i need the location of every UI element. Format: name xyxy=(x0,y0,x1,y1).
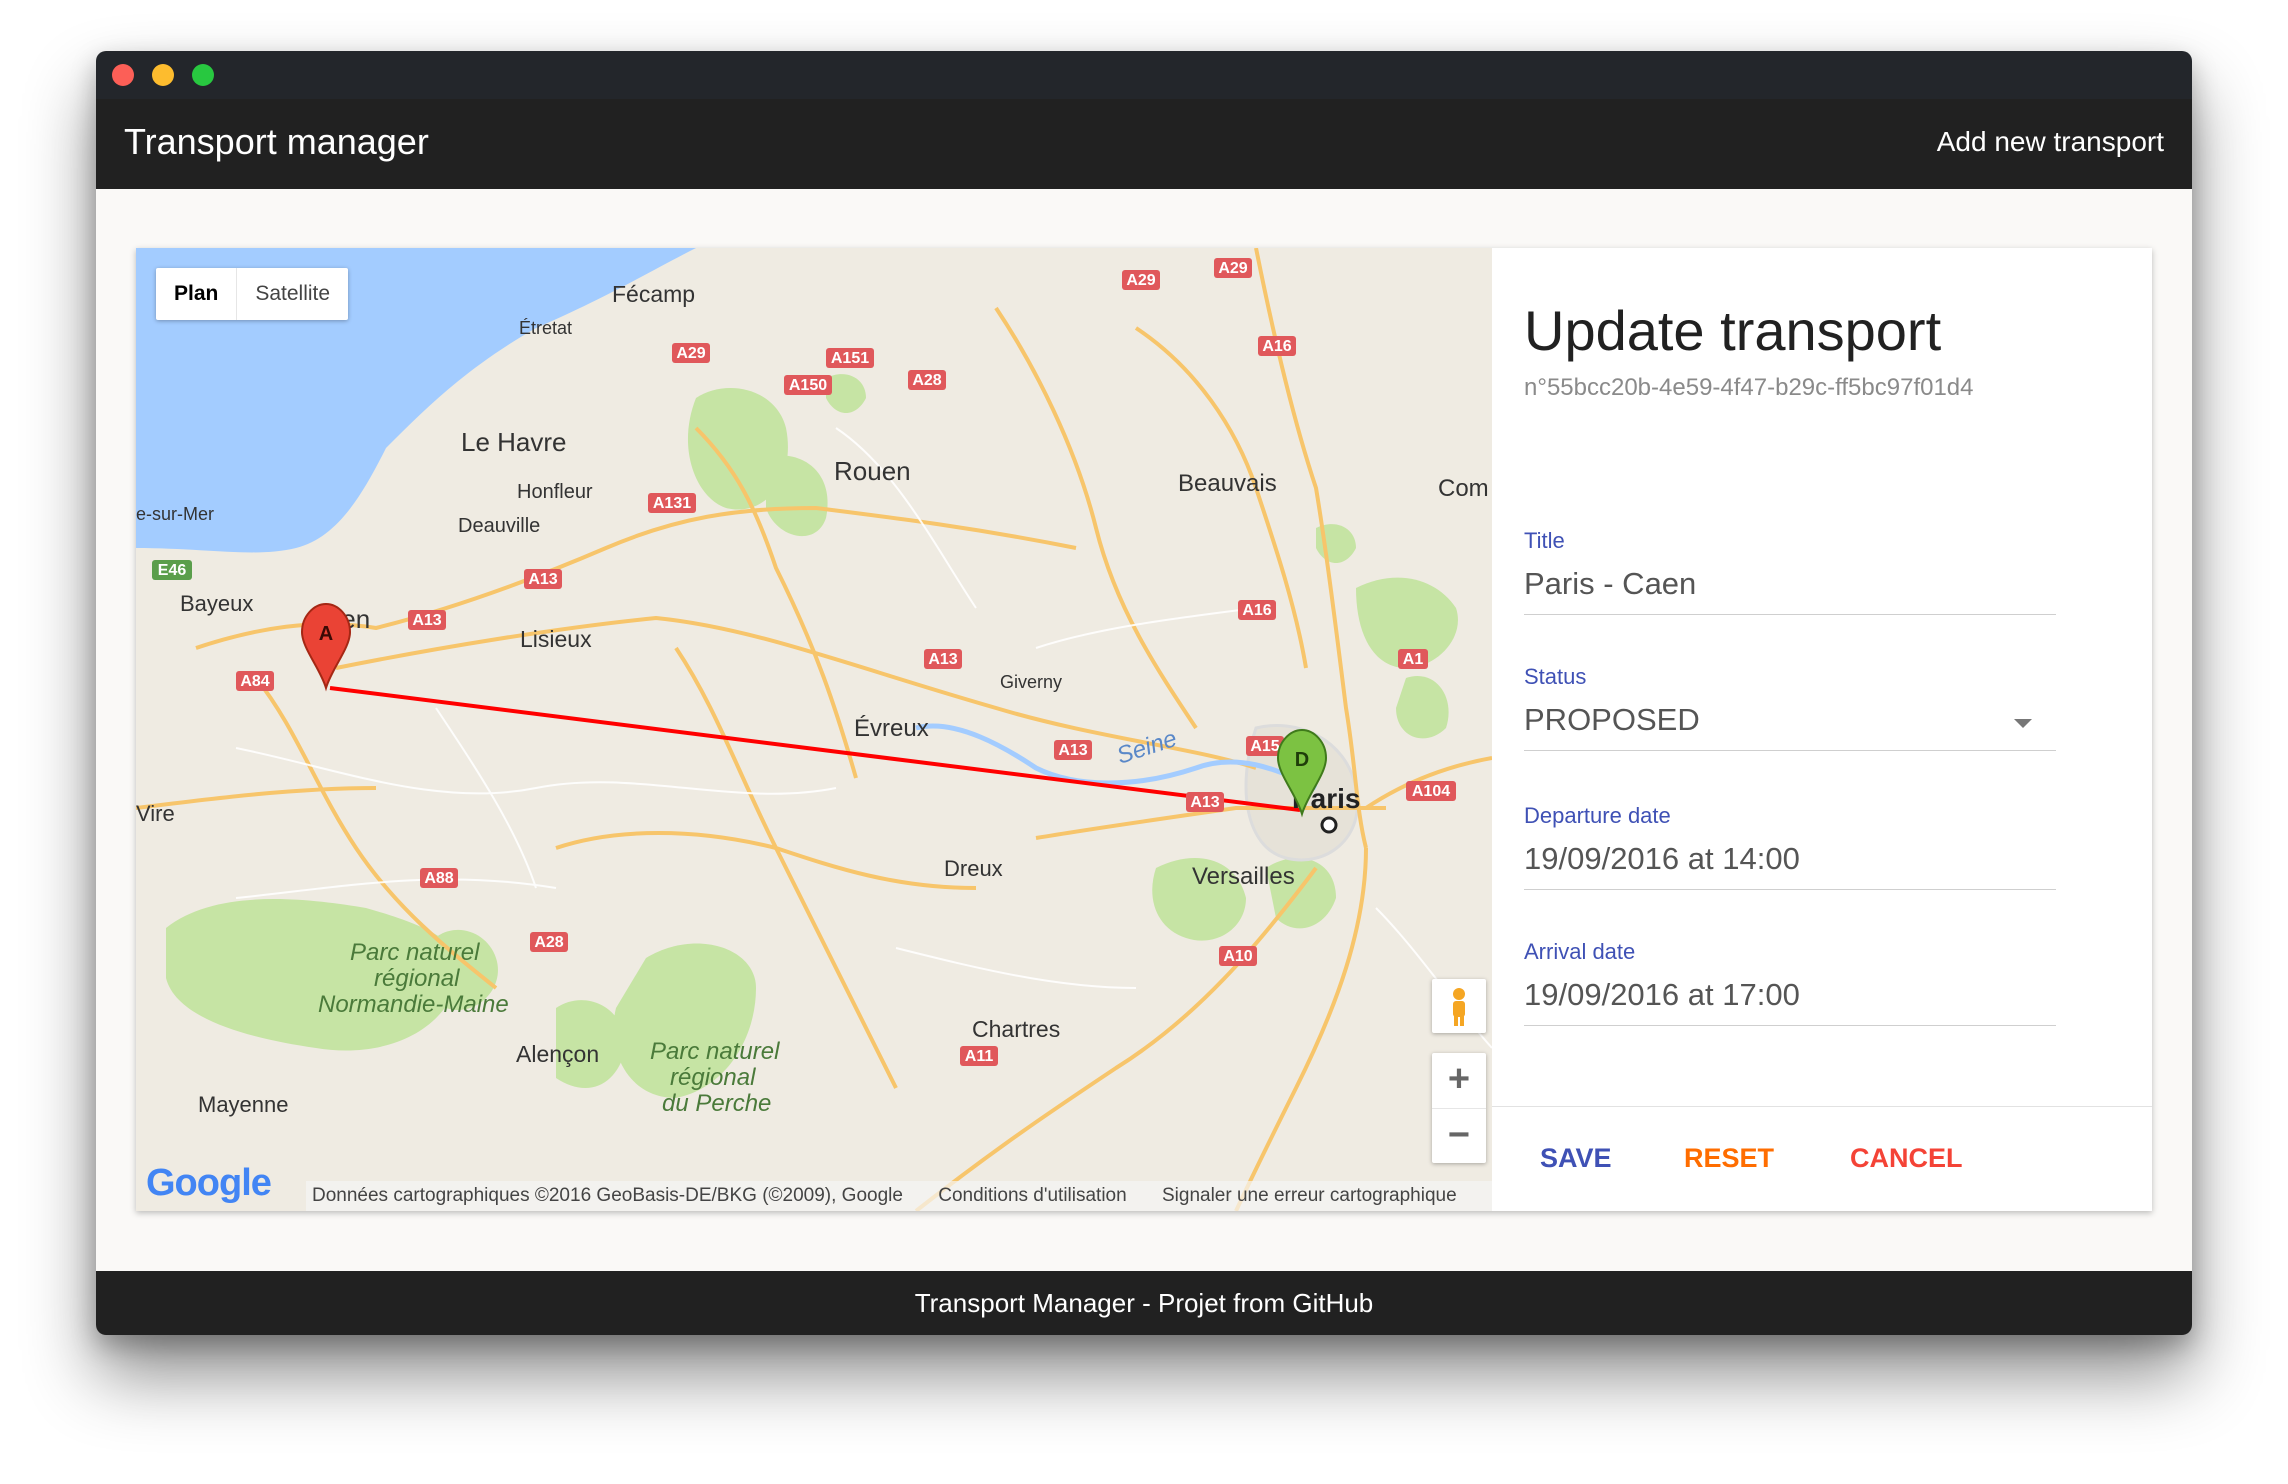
city-label: Évreux xyxy=(854,715,929,742)
transport-card: A29 A29 A29 A16 A151 A150 A28 A131 E46 A… xyxy=(136,248,2152,1211)
minimize-window-button[interactable] xyxy=(152,64,174,86)
title-field[interactable]: Title Paris - Caen xyxy=(1524,528,2056,615)
road-label: A28 xyxy=(912,372,941,389)
city-label: Vire xyxy=(136,801,175,826)
zoom-in-button[interactable]: + xyxy=(1432,1053,1486,1109)
road-label: A1 xyxy=(1403,651,1424,668)
city-label: Rouen xyxy=(834,456,911,486)
google-logo: Google xyxy=(146,1162,272,1205)
status-select-label: Status xyxy=(1524,664,1587,689)
status-select-value[interactable]: PROPOSED xyxy=(1524,702,2056,750)
road-label: A13 xyxy=(528,571,557,588)
park-label: régional xyxy=(374,965,460,992)
zoom-out-button[interactable]: − xyxy=(1432,1109,1486,1164)
city-label: Alençon xyxy=(516,1041,599,1067)
road-label: A29 xyxy=(676,345,705,362)
road-label: A29 xyxy=(1126,272,1155,289)
marker-a-label: A xyxy=(319,623,333,645)
google-logo-text: Google xyxy=(146,1162,272,1204)
city-label: Deauville xyxy=(458,515,540,537)
title-field-label: Title xyxy=(1524,528,1565,553)
park-label: du Perche xyxy=(662,1090,771,1117)
road-label: A150 xyxy=(789,377,827,394)
update-transport-panel: Update transport n°55bcc20b-4e59-4f47-b2… xyxy=(1492,248,2152,1211)
road-label: E46 xyxy=(158,562,187,579)
departure-date-value[interactable]: 19/09/2016 at 14:00 xyxy=(1524,841,2056,889)
street-view-pegman-icon[interactable] xyxy=(1432,979,1486,1033)
arrival-date-label: Arrival date xyxy=(1524,939,1636,964)
map-terms-link[interactable]: Conditions d'utilisation xyxy=(938,1185,1126,1206)
map-attribution-bar: Données cartographiques ©2016 GeoBasis-D… xyxy=(306,1181,1492,1211)
city-label: Mayenne xyxy=(198,1092,289,1117)
city-label: Versailles xyxy=(1192,863,1295,890)
city-label: Fécamp xyxy=(612,281,695,307)
road-label: A15 xyxy=(1250,738,1279,755)
road-label: A16 xyxy=(1262,338,1291,355)
panel-title: Update transport xyxy=(1524,299,1942,362)
road-label: A13 xyxy=(1190,794,1219,811)
chevron-down-icon[interactable] xyxy=(2014,719,2032,728)
map-attribution-text: Données cartographiques ©2016 GeoBasis-D… xyxy=(312,1185,903,1206)
city-label: Étretat xyxy=(519,318,572,338)
park-label: Normandie-Maine xyxy=(318,991,509,1018)
add-new-transport-link[interactable]: Add new transport xyxy=(1937,126,2164,158)
maximize-window-button[interactable] xyxy=(192,64,214,86)
road-label: A131 xyxy=(653,495,691,512)
transport-id: n°55bcc20b-4e59-4f47-b29c-ff5bc97f01d4 xyxy=(1524,374,1974,401)
zoom-control: + − xyxy=(1432,1053,1486,1163)
map-type-control: Plan Satellite xyxy=(156,268,349,320)
arrival-date-field[interactable]: Arrival date 19/09/2016 at 17:00 xyxy=(1524,939,2056,1026)
window-titlebar xyxy=(96,51,2192,99)
departure-date-label: Departure date xyxy=(1524,803,1671,828)
map-report-error-link[interactable]: Signaler une erreur cartographique xyxy=(1162,1185,1457,1206)
city-label: Le Havre xyxy=(461,427,567,457)
map-type-plan-button[interactable]: Plan xyxy=(156,268,238,320)
title-field-value[interactable]: Paris - Caen xyxy=(1524,566,2056,614)
close-window-button[interactable] xyxy=(112,64,134,86)
map-type-satellite-button[interactable]: Satellite xyxy=(237,268,348,320)
route-map[interactable]: A29 A29 A29 A16 A151 A150 A28 A131 E46 A… xyxy=(136,248,1492,1211)
marker-d-label: D xyxy=(1295,749,1309,771)
road-label: A13 xyxy=(412,612,441,629)
paris-city-dot xyxy=(1320,816,1338,834)
app-title: Transport manager xyxy=(124,121,429,162)
map-canvas[interactable]: A29 A29 A29 A16 A151 A150 A28 A131 E46 A… xyxy=(136,248,1492,1211)
road-label: A11 xyxy=(965,1048,994,1065)
city-label: e-sur-Mer xyxy=(136,504,214,524)
park-label: régional xyxy=(670,1064,756,1091)
road-label: A104 xyxy=(1412,783,1450,800)
road-label: A29 xyxy=(1218,260,1247,277)
city-label: Bayeux xyxy=(180,591,253,616)
road-label: A28 xyxy=(534,934,563,951)
save-button[interactable]: SAVE xyxy=(1540,1143,1612,1174)
park-label: Parc naturel xyxy=(350,939,480,966)
city-label: Giverny xyxy=(1000,672,1062,692)
app-window: Transport manager Add new transport A29 … xyxy=(96,51,2192,1335)
road-label: A151 xyxy=(831,350,869,367)
arrival-date-value[interactable]: 19/09/2016 at 17:00 xyxy=(1524,977,2056,1025)
departure-date-field[interactable]: Departure date 19/09/2016 at 14:00 xyxy=(1524,803,2056,890)
cancel-button[interactable]: CANCEL xyxy=(1850,1143,1963,1174)
city-label: Chartres xyxy=(972,1016,1060,1042)
road-label: A13 xyxy=(1058,742,1087,759)
road-label: A10 xyxy=(1223,948,1252,965)
city-label: Beauvais xyxy=(1178,470,1277,497)
road-label: A16 xyxy=(1242,602,1271,619)
app-footer: Transport Manager - Projet from GitHub xyxy=(96,1271,2192,1335)
road-label: A84 xyxy=(240,673,269,690)
road-label: A88 xyxy=(424,870,453,887)
city-label: Dreux xyxy=(944,856,1003,881)
city-label: Com xyxy=(1438,475,1489,502)
road-label: A13 xyxy=(928,651,957,668)
footer-text: Transport Manager - Projet from GitHub xyxy=(914,1288,1374,1318)
city-label: Honfleur xyxy=(517,481,593,503)
form-actions: SAVE RESET CANCEL xyxy=(1492,1106,2152,1211)
park-label: Parc naturel xyxy=(650,1038,780,1065)
city-label: Lisieux xyxy=(520,626,592,652)
app-bar: Transport manager Add new transport xyxy=(96,99,2192,189)
status-select[interactable]: Status PROPOSED xyxy=(1524,664,2056,751)
reset-button[interactable]: RESET xyxy=(1684,1143,1774,1174)
